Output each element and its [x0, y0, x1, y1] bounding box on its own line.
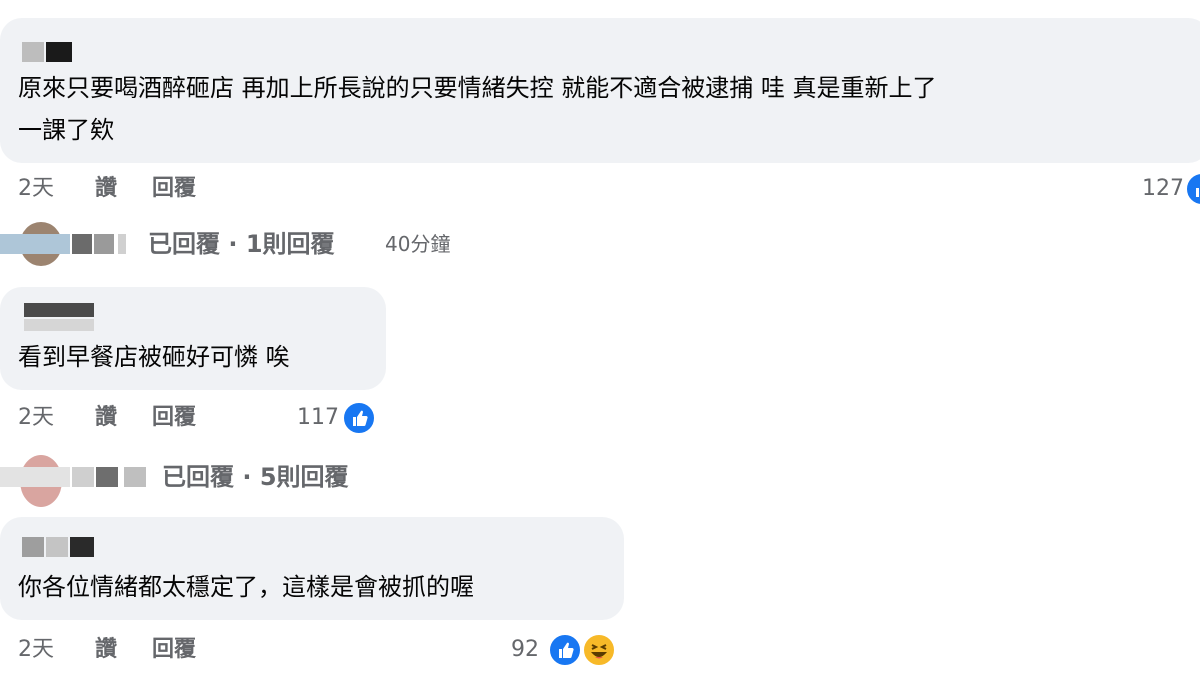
- comment-time[interactable]: 2天: [18, 633, 54, 667]
- reply-button[interactable]: 回覆: [152, 172, 196, 206]
- reply-author-blurred[interactable]: [0, 234, 130, 254]
- comment-text-line-1: 原來只要喝酒醉砸店 再加上所長說的只要情緒失控 就能不適合被逮捕 哇 真是重新上…: [18, 74, 937, 102]
- like-button[interactable]: 讚: [95, 172, 117, 206]
- comment-time[interactable]: 2天: [18, 401, 54, 435]
- comment-time[interactable]: 2天: [18, 172, 54, 206]
- comment-author-name-blurred[interactable]: [22, 42, 72, 62]
- reply-summary-1[interactable]: 已回覆 · 1則回覆 40分鐘: [0, 222, 600, 266]
- like-icon[interactable]: [342, 401, 376, 435]
- like-button[interactable]: 讚: [95, 401, 117, 435]
- reply-button[interactable]: 回覆: [152, 401, 196, 435]
- reaction-count[interactable]: 92: [511, 633, 539, 667]
- like-button[interactable]: 讚: [95, 633, 117, 667]
- reply-summary-2[interactable]: 已回覆 · 5則回覆: [0, 455, 600, 507]
- comment-author-name-blurred[interactable]: [24, 303, 94, 331]
- haha-icon[interactable]: [582, 633, 616, 667]
- comment-text-line-1: 你各位情緒都太穩定了，這樣是會被抓的喔: [18, 573, 474, 601]
- comment-bubble-2: 看到早餐店被砸好可憐 唉: [0, 287, 386, 390]
- like-icon[interactable]: [548, 633, 582, 667]
- comment-author-name-blurred[interactable]: [22, 537, 94, 557]
- reaction-count[interactable]: 117: [297, 401, 339, 435]
- comment-actions-3: 2天 讚 回覆 92: [0, 633, 640, 667]
- comment-bubble-3: 你各位情緒都太穩定了，這樣是會被抓的喔: [0, 517, 624, 620]
- like-icon[interactable]: [1185, 172, 1200, 206]
- reply-summary-text[interactable]: 已回覆 · 1則回覆: [148, 222, 335, 266]
- reply-button[interactable]: 回覆: [152, 633, 196, 667]
- comment-text-line-2: 一課了欸: [18, 116, 114, 144]
- comment-actions-2: 2天 讚 回覆 117: [0, 401, 400, 435]
- reply-summary-time: 40分鐘: [385, 232, 451, 256]
- comment-bubble-1: 原來只要喝酒醉砸店 再加上所長說的只要情緒失控 就能不適合被逮捕 哇 真是重新上…: [0, 18, 1200, 163]
- reply-summary-text[interactable]: 已回覆 · 5則回覆: [162, 455, 349, 499]
- reply-author-blurred[interactable]: [0, 467, 150, 487]
- comment-actions-1: 2天 讚 回覆 127: [0, 172, 1200, 206]
- comment-text-line-1: 看到早餐店被砸好可憐 唉: [18, 343, 290, 371]
- reaction-count[interactable]: 127: [1142, 172, 1184, 206]
